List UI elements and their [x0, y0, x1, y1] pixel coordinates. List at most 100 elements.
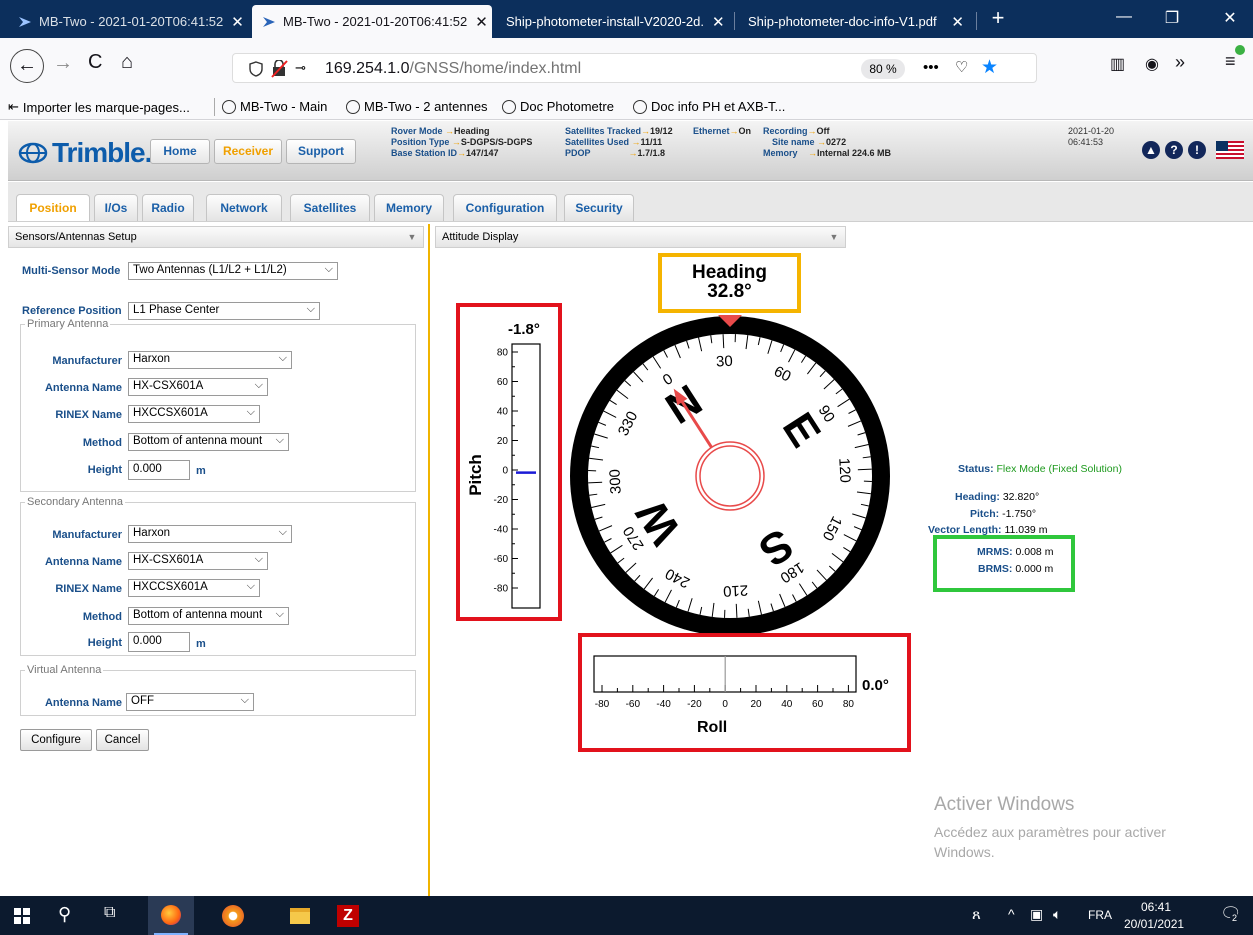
bookmark-star-icon[interactable]: ★: [981, 56, 998, 79]
bookmark-doc-photometre[interactable]: Doc Photometre: [502, 99, 614, 114]
clock-time[interactable]: 06:41: [1136, 900, 1176, 914]
status-info: Status: Flex Mode (Fixed Solution): [958, 463, 1122, 475]
secondary-manufacturer-select[interactable]: Harxon ⌵: [128, 525, 292, 543]
home-icon[interactable]: ⌂: [121, 51, 133, 74]
url-text[interactable]: 169.254.1.0/GNSS/home/index.html: [325, 60, 581, 78]
library-icon[interactable]: ▥: [1110, 54, 1125, 74]
zoom-level[interactable]: 80 %: [861, 59, 905, 79]
tab-memory[interactable]: Memory: [374, 194, 444, 221]
network-icon[interactable]: ▣: [1030, 906, 1043, 923]
primary-method-select[interactable]: Bottom of antenna mount ⌵: [128, 433, 289, 451]
multi-sensor-label: Multi-Sensor Mode: [22, 265, 121, 277]
logo-text: Trimble.: [52, 137, 152, 168]
mrms-label: MRMS:: [977, 546, 1013, 558]
overflow-icon[interactable]: »: [1175, 52, 1185, 73]
primary-manufacturer-select[interactable]: Harxon ⌵: [128, 351, 292, 369]
more-icon[interactable]: •••: [923, 59, 939, 76]
dropdown-icon[interactable]: ▼: [401, 227, 423, 247]
browser-nav-bar: ← → C ⌂ ⊸ 169.254.1.0/GNSS/home/index.ht…: [0, 38, 1253, 94]
browser-tab-3[interactable]: Ship-photometer-install-V2020-2d. ✕: [496, 5, 731, 38]
primary-height-input[interactable]: 0.000: [128, 460, 190, 480]
bookmark-mb-two-main[interactable]: MB-Two - Main: [222, 99, 327, 114]
pitch-scale-box: [511, 343, 541, 609]
tab-configuration[interactable]: Configuration: [453, 194, 557, 221]
bookmark-import[interactable]: ⇤ Importer les marque-pages...: [8, 99, 190, 115]
people-icon[interactable]: ጸ: [972, 906, 981, 923]
help-icon[interactable]: ?: [1165, 141, 1183, 159]
nav-support-button[interactable]: Support: [286, 139, 356, 164]
secondary-antenna-name-select[interactable]: HX-CSX601A ⌵: [128, 552, 268, 570]
trimble-favicon-icon: [263, 16, 275, 27]
nav-home-button[interactable]: Home: [150, 139, 210, 164]
filezilla-icon[interactable]: Z: [337, 905, 359, 927]
tab-position[interactable]: Position: [16, 194, 90, 221]
close-window-icon[interactable]: ✕: [1210, 8, 1250, 28]
file-explorer-icon[interactable]: [290, 908, 310, 924]
primary-antenna-legend: Primary Antenna: [27, 318, 109, 330]
sat-used-value: 11/11: [640, 137, 663, 147]
reload-icon[interactable]: C: [88, 51, 102, 74]
back-icon[interactable]: ←: [10, 49, 44, 83]
primary-rinex-select[interactable]: HXCCSX601A ⌵: [128, 405, 260, 423]
scroll-up-icon[interactable]: ▲: [1142, 141, 1160, 159]
browser-tab-1[interactable]: MB-Two - 2021-01-20T06:41:52 ✕: [8, 5, 248, 38]
clock-date[interactable]: 20/01/2021: [1124, 917, 1184, 931]
tab-ios[interactable]: I/Os: [94, 194, 138, 221]
configure-button[interactable]: Configure: [20, 729, 92, 751]
language-indicator[interactable]: FRA: [1088, 908, 1112, 922]
restore-icon[interactable]: ❐: [1152, 8, 1192, 28]
shield-icon[interactable]: [249, 61, 263, 77]
ref-pos-label: Reference Position: [22, 305, 122, 317]
browser-tab-4[interactable]: Ship-photometer-doc-info-V1.pdf ✕: [738, 5, 974, 38]
close-icon[interactable]: ✕: [943, 13, 964, 31]
roll-tick-label: 40: [781, 699, 793, 710]
close-icon[interactable]: ✕: [704, 13, 725, 31]
app-icon[interactable]: [222, 905, 244, 927]
cancel-button[interactable]: Cancel: [96, 729, 149, 751]
import-icon: ⇤: [8, 99, 19, 114]
url-bar[interactable]: ⊸ 169.254.1.0/GNSS/home/index.html 80 % …: [232, 53, 1037, 83]
tab-satellites[interactable]: Satellites: [290, 194, 370, 221]
insecure-lock-icon[interactable]: [271, 60, 291, 78]
notification-icon[interactable]: 🗨︎2: [1220, 904, 1242, 924]
nav-receiver-button[interactable]: Receiver: [214, 139, 282, 164]
compass-degree-label: 30: [716, 353, 733, 371]
menu-icon[interactable]: ≡: [1225, 45, 1245, 72]
volume-icon[interactable]: 🔈︎: [1053, 906, 1061, 923]
tab-radio[interactable]: Radio: [142, 194, 194, 221]
minimize-icon[interactable]: —: [1104, 8, 1144, 26]
secondary-method-select[interactable]: Bottom of antenna mount ⌵: [128, 607, 289, 625]
position-type-label: Position Type: [391, 137, 450, 147]
sensors-panel-header[interactable]: Sensors/Antennas Setup ▼: [8, 226, 424, 248]
us-flag-icon[interactable]: [1216, 141, 1244, 159]
forward-icon[interactable]: →: [53, 52, 73, 75]
browser-tab-2[interactable]: MB-Two - 2021-01-20T06:41:52 ✕: [252, 5, 492, 38]
account-icon[interactable]: ◉: [1145, 54, 1159, 74]
bookmark-doc-info[interactable]: Doc info PH et AXB-T...: [633, 99, 785, 114]
windows-start-icon[interactable]: [14, 908, 30, 924]
tray-chevron-icon[interactable]: ^: [1008, 906, 1015, 922]
bookmark-mb-two-2-antennes[interactable]: MB-Two - 2 antennes: [346, 99, 488, 114]
chevron-down-icon: ⌵: [306, 303, 315, 315]
close-icon[interactable]: ✕: [223, 13, 244, 31]
firefox-icon[interactable]: [148, 896, 194, 935]
close-icon[interactable]: ✕: [467, 13, 488, 31]
alert-icon[interactable]: !: [1188, 141, 1206, 159]
multi-sensor-select[interactable]: Two Antennas (L1/L2 + L1/L2) ⌵: [128, 262, 338, 280]
roll-gauge: -80 -60 -40 -20 0 20 40 60 80: [593, 655, 857, 710]
trimble-logo: Trimble.: [18, 137, 152, 169]
dropdown-icon[interactable]: ▼: [823, 227, 845, 247]
search-icon[interactable]: ⚲: [58, 904, 71, 925]
attitude-panel-header[interactable]: Attitude Display ▼: [435, 226, 846, 248]
virtual-antenna-name-select[interactable]: OFF ⌵: [126, 693, 254, 711]
tab-security[interactable]: Security: [564, 194, 634, 221]
secondary-method-label: Method: [82, 611, 122, 623]
virtual-antenna-legend: Virtual Antenna: [27, 664, 102, 676]
primary-antenna-name-select[interactable]: HX-CSX601A ⌵: [128, 378, 268, 396]
task-view-icon[interactable]: ⧉: [104, 904, 115, 922]
secondary-height-input[interactable]: 0.000: [128, 632, 190, 652]
new-tab-icon[interactable]: +: [978, 5, 1018, 31]
pocket-icon[interactable]: ♡: [955, 58, 968, 76]
tab-network[interactable]: Network: [206, 194, 282, 221]
secondary-rinex-select[interactable]: HXCCSX601A ⌵: [128, 579, 260, 597]
